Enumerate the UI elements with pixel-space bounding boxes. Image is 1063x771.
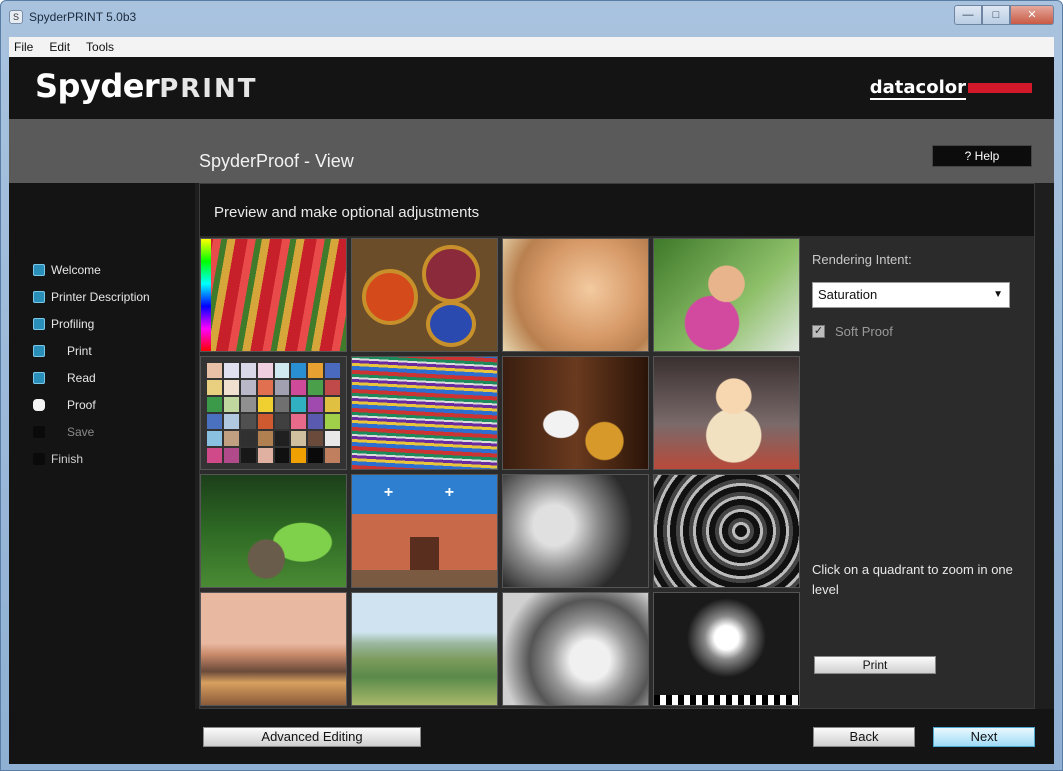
cross-icon: + xyxy=(444,483,455,501)
help-button[interactable]: ? Help xyxy=(932,145,1032,167)
print-button[interactable]: Print xyxy=(814,656,936,674)
spyderprint-logo: SpyderPRINT xyxy=(35,67,257,105)
proof-thumb-vespa-bw[interactable] xyxy=(502,592,649,706)
brand-main: Spyder xyxy=(35,67,160,105)
proof-thumb-chess-bw[interactable] xyxy=(653,592,800,706)
datacolor-bar xyxy=(968,83,1032,93)
app-window: S SpyderPRINT 5.0b3 — □ ✕ File Edit Tool… xyxy=(0,0,1063,771)
advanced-editing-button[interactable]: Advanced Editing xyxy=(203,727,421,747)
proof-thumb-hills[interactable] xyxy=(351,592,498,706)
step-label: Printer Description xyxy=(51,290,150,304)
step-profiling: Profiling xyxy=(33,317,94,331)
step-proof: Proof xyxy=(33,398,96,412)
proof-thumb-woman-bw[interactable] xyxy=(502,474,649,588)
rendering-intent-label: Rendering Intent: xyxy=(812,252,912,267)
church-door-shape xyxy=(410,536,439,571)
soft-proof-row: ✓ Soft Proof xyxy=(812,324,893,339)
plate-shape xyxy=(362,269,418,325)
footer-bar: Advanced Editing Back Next xyxy=(9,709,1054,764)
step-status-icon xyxy=(33,372,45,384)
window-title: SpyderPRINT 5.0b3 xyxy=(29,10,137,24)
step-label: Read xyxy=(67,371,96,385)
step-save: Save xyxy=(33,425,94,439)
datacolor-text: datacolor xyxy=(869,77,966,100)
page-title: SpyderProof - View xyxy=(199,151,354,171)
close-icon[interactable]: ✕ xyxy=(1010,5,1054,25)
plate-shape xyxy=(426,301,476,347)
minimize-icon[interactable]: — xyxy=(954,5,982,25)
back-button[interactable]: Back xyxy=(813,727,915,747)
proof-panel: Preview and make optional adjustments + … xyxy=(199,183,1035,709)
brand-sub: PRINT xyxy=(159,74,258,104)
proof-options: Rendering Intent: Saturation ▼ ✓ Soft Pr… xyxy=(812,238,1024,708)
proof-image-grid: + + xyxy=(200,238,800,706)
step-read: Read xyxy=(33,371,96,385)
proof-thumb-garden[interactable] xyxy=(200,474,347,588)
step-status-icon xyxy=(33,291,45,303)
rendering-intent-value: Saturation xyxy=(818,287,878,302)
panel-title: Preview and make optional adjustments xyxy=(214,204,480,221)
steps-sidebar: Welcome Printer Description Profiling Pr… xyxy=(9,183,195,764)
title-bar[interactable]: S SpyderPRINT 5.0b3 — □ ✕ xyxy=(1,1,1062,35)
step-label: Save xyxy=(67,425,95,439)
next-button[interactable]: Next xyxy=(933,727,1035,747)
step-label: Finish xyxy=(51,452,84,466)
proof-thumb-blanket[interactable] xyxy=(351,356,498,470)
step-finish: Finish xyxy=(33,452,83,466)
proof-thumb-guitarist[interactable] xyxy=(502,356,649,470)
rendering-intent-select[interactable]: Saturation ▼ xyxy=(812,282,1010,308)
panel-header: Preview and make optional adjustments xyxy=(200,184,1034,236)
menu-edit[interactable]: Edit xyxy=(46,40,73,54)
proof-thumb-girl[interactable] xyxy=(653,238,800,352)
step-label: Print xyxy=(67,344,92,358)
chevron-down-icon: ▼ xyxy=(993,289,1003,300)
step-status-icon xyxy=(33,318,45,330)
step-status-icon xyxy=(33,426,45,438)
cross-icon: + xyxy=(383,483,394,501)
proof-thumb-color-chart[interactable] xyxy=(200,356,347,470)
window-controls: — □ ✕ xyxy=(954,5,1054,25)
maximize-icon[interactable]: □ xyxy=(982,5,1010,25)
step-status-icon xyxy=(33,399,45,411)
soft-proof-label: Soft Proof xyxy=(835,324,893,339)
datacolor-logo: datacolor xyxy=(869,77,1032,100)
app-icon: S xyxy=(9,10,23,24)
proof-thumb-sunset[interactable] xyxy=(200,592,347,706)
step-printer-description: Printer Description xyxy=(33,290,150,304)
proof-thumb-stairs-bw[interactable] xyxy=(653,474,800,588)
zoom-hint: Click on a quadrant to zoom in one level xyxy=(812,562,1013,597)
step-status-icon xyxy=(33,264,45,276)
brand-bar: SpyderPRINT datacolor xyxy=(9,57,1054,119)
step-status-icon xyxy=(33,453,45,465)
app-client-area: SpyderPRINT datacolor SpyderProof - View… xyxy=(9,57,1054,764)
step-label: Proof xyxy=(67,398,96,412)
proof-thumb-plates[interactable] xyxy=(351,238,498,352)
proof-thumb-doll[interactable] xyxy=(653,356,800,470)
plate-shape xyxy=(422,245,480,303)
proof-thumb-face[interactable] xyxy=(502,238,649,352)
menu-file[interactable]: File xyxy=(11,40,36,54)
header-band: SpyderProof - View ? Help xyxy=(9,119,1054,183)
proof-thumb-peppers[interactable] xyxy=(200,238,347,352)
menu-bar: File Edit Tools xyxy=(9,37,1054,57)
soft-proof-checkbox[interactable]: ✓ xyxy=(812,325,825,338)
step-welcome: Welcome xyxy=(33,263,101,277)
proof-thumb-church[interactable]: + + xyxy=(351,474,498,588)
step-label: Profiling xyxy=(51,317,95,331)
step-print: Print xyxy=(33,344,92,358)
step-label: Welcome xyxy=(51,263,101,277)
step-status-icon xyxy=(33,345,45,357)
menu-tools[interactable]: Tools xyxy=(83,40,117,54)
